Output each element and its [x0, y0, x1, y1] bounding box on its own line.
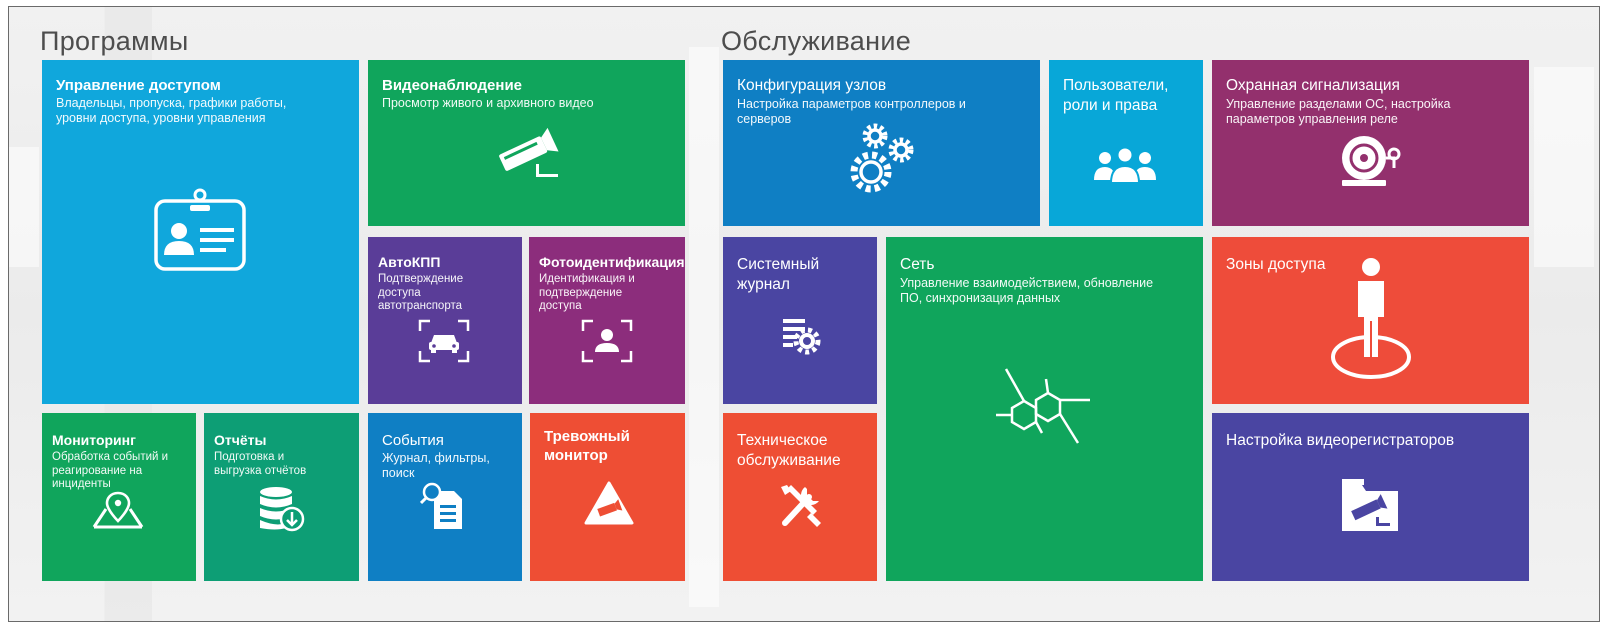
tile-title: События [382, 432, 444, 449]
tile-dvr-setup[interactable]: Настройка видеорегистраторов [1212, 413, 1529, 581]
tile-reports[interactable]: Отчёты Подготовка и выгрузка отчётов [204, 413, 359, 581]
tile-title: Управление доступом [56, 77, 221, 94]
id-card-icon [152, 188, 248, 272]
camera-warning-icon [584, 481, 634, 525]
tile-photo-id[interactable]: Фотоидентификация Идентификация и подтве… [529, 237, 685, 404]
tile-title: Пользователи, роли и права [1063, 77, 1169, 114]
background-block [9, 147, 39, 267]
tile-title: Техническое обслуживание [737, 432, 841, 469]
tile-description: Просмотр живого и архивного видео [382, 96, 594, 110]
tile-title: Фотоидентификация [539, 254, 685, 270]
tile-network[interactable]: Сеть Управление взаимодействием, обновле… [886, 237, 1203, 581]
tile-events[interactable]: События Журнал, фильтры, поиск [368, 413, 522, 581]
background-block [1534, 67, 1594, 267]
tile-title: Конфигурация узлов [737, 77, 887, 94]
gears-icon [847, 122, 917, 196]
tile-maintenance[interactable]: Техническое обслуживание [723, 413, 877, 581]
users-group-icon [1093, 146, 1157, 184]
tile-description: Подтверждение доступа автотранспорта [378, 273, 464, 312]
cctv-camera-icon [494, 124, 564, 180]
tile-description: Владельцы, пропуска, графики работы, уро… [56, 96, 287, 125]
tile-access-control[interactable]: Управление доступом Владельцы, пропуска,… [42, 60, 359, 404]
background-block [689, 47, 719, 607]
tile-title: Тревожный монитор [544, 428, 630, 464]
tile-access-zones[interactable]: Зоны доступа [1212, 237, 1529, 404]
tile-title: Отчёты [214, 432, 267, 448]
dvr-folder-icon [1338, 477, 1402, 533]
tile-title: Системный журнал [737, 256, 820, 293]
face-scan-icon [581, 319, 633, 363]
network-molecule-icon [994, 367, 1094, 451]
tile-title: Охранная сигнализация [1226, 77, 1400, 94]
document-search-icon [420, 481, 466, 531]
tile-monitoring[interactable]: Мониторинг Обработка событий и реагирова… [42, 413, 196, 581]
tile-description: Журнал, фильтры, поиск [382, 451, 490, 480]
alarm-bell-icon [1336, 132, 1406, 192]
dashboard-frame: Программы Обслуживание Управление доступ… [8, 6, 1600, 622]
map-pin-icon [90, 491, 146, 531]
tile-title: Видеонаблюдение [382, 77, 523, 94]
person-zone-icon [1328, 255, 1414, 381]
tile-description: Обработка событий и реагирование на инци… [52, 451, 169, 490]
tile-video[interactable]: Видеонаблюдение Просмотр живого и архивн… [368, 60, 685, 226]
section-title-programs: Программы [40, 26, 189, 56]
tile-node-config[interactable]: Конфигурация узлов Настройка параметров … [723, 60, 1040, 226]
tile-title: Мониторинг [52, 432, 136, 448]
tile-title: Сеть [900, 256, 935, 273]
database-download-icon [256, 485, 306, 533]
tile-title: АвтоКПП [378, 254, 441, 270]
section-title-maintenance: Обслуживание [721, 26, 912, 56]
tile-description: Управление взаимодействием, обновление П… [900, 276, 1154, 305]
tile-description: Управление разделами ОС, настройка парам… [1226, 97, 1451, 126]
car-scan-icon [418, 319, 470, 363]
tile-system-log[interactable]: Системный журнал [723, 237, 877, 404]
tile-autokpp[interactable]: АвтоКПП Подтверждение доступа автотрансп… [368, 237, 522, 404]
log-settings-icon [781, 317, 821, 355]
tile-description: Подготовка и выгрузка отчётов [214, 451, 307, 477]
tools-icon [779, 483, 823, 529]
tile-users[interactable]: Пользователи, роли и права [1049, 60, 1203, 226]
tile-title: Настройка видеорегистраторов [1226, 432, 1455, 449]
tile-alarm-monitor[interactable]: Тревожный монитор [530, 413, 685, 581]
tile-security-alarm[interactable]: Охранная сигнализация Управление раздела… [1212, 60, 1529, 226]
tile-description: Идентификация и подтверждение доступа [539, 273, 635, 312]
